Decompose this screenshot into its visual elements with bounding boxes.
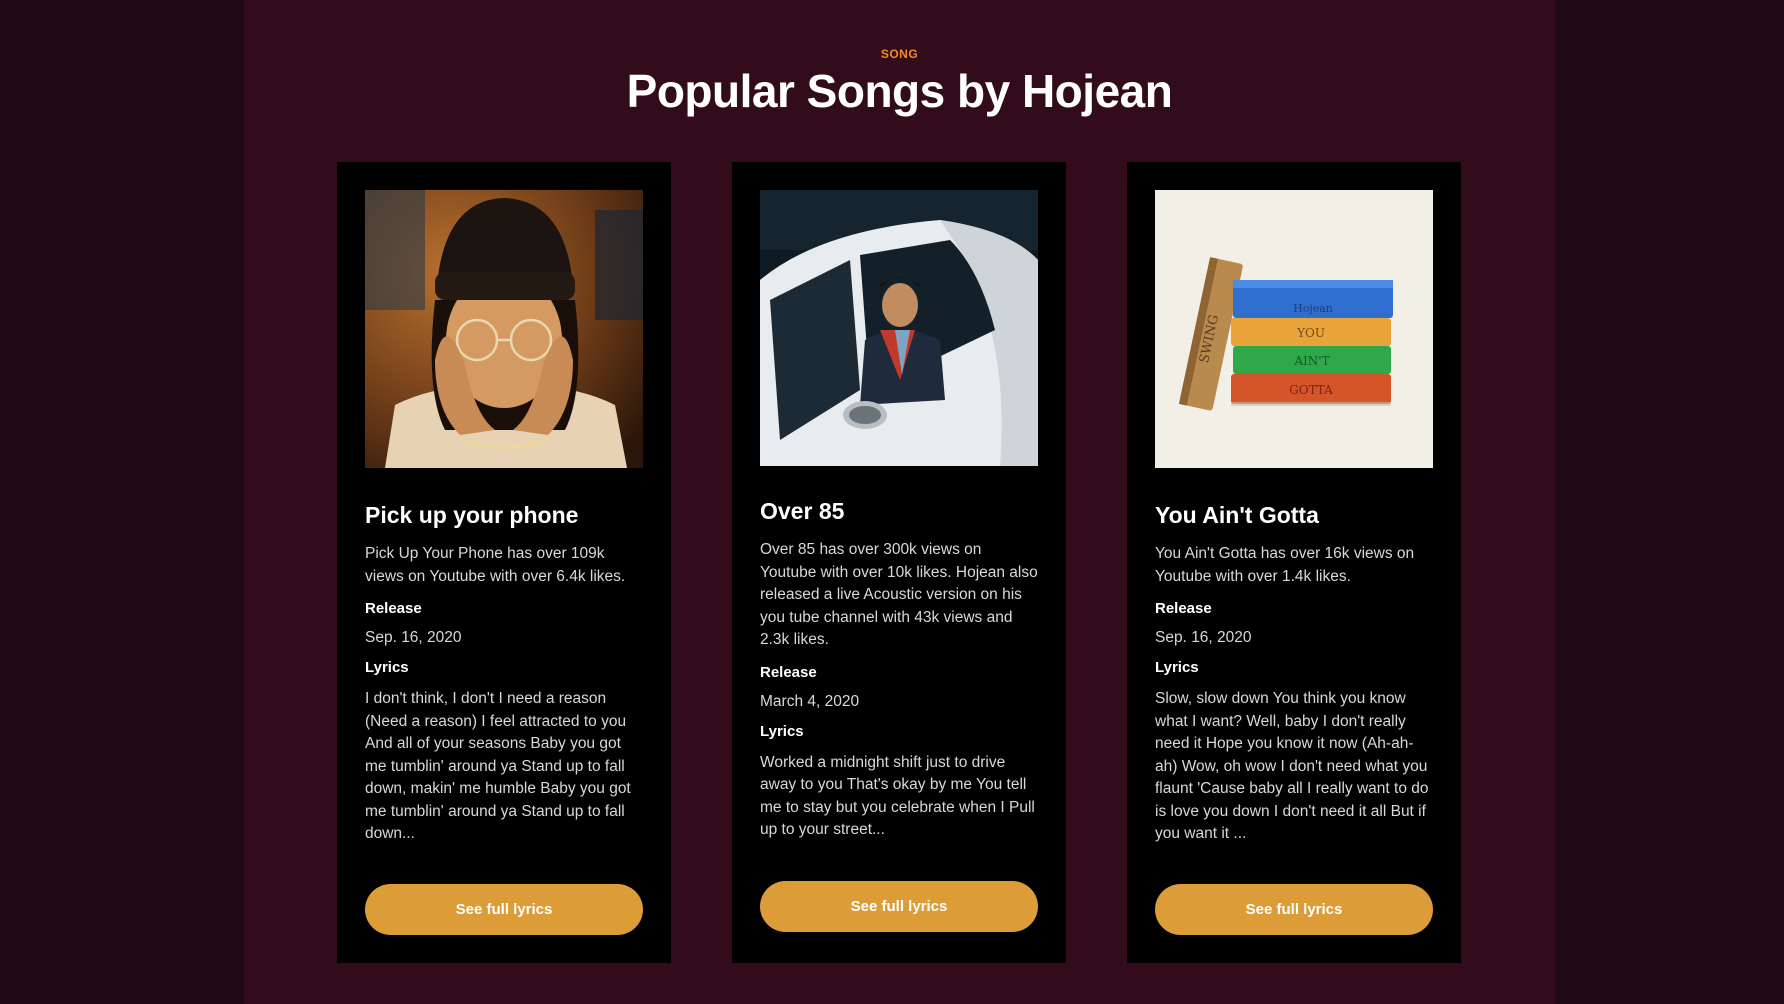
- lyrics-label: Lyrics: [760, 722, 804, 740]
- see-full-lyrics-button[interactable]: See full lyrics: [1155, 884, 1433, 935]
- song-description: Pick Up Your Phone has over 109k views o…: [365, 545, 626, 585]
- book-title-2: YOU: [1296, 326, 1325, 340]
- release-label: Release: [1155, 600, 1212, 617]
- song-description: Over 85 has over 300k views on Youtube w…: [760, 541, 1038, 648]
- book-title-3: AIN'T: [1293, 354, 1329, 368]
- see-full-lyrics-button[interactable]: See full lyrics: [365, 884, 643, 935]
- see-full-lyrics-button[interactable]: See full lyrics: [760, 881, 1038, 932]
- car-photo-icon: [760, 190, 1038, 466]
- song-description: You Ain't Gotta has over 16k views on Yo…: [1155, 545, 1415, 585]
- lyrics-label: Lyrics: [1155, 659, 1199, 676]
- song-title: You Ain't Gotta: [1155, 502, 1319, 528]
- lyrics-label: Lyrics: [365, 659, 409, 676]
- songs-section: SONG Popular Songs by Hojean Pick up you…: [244, 0, 1555, 1004]
- album-art-books: SWING Hojean YOU AIN'T GOTTA: [1155, 190, 1433, 468]
- release-date: March 4, 2020: [760, 692, 860, 710]
- release-label: Release: [365, 600, 422, 617]
- lyrics-excerpt: Slow, slow down You think you know what …: [1155, 690, 1429, 842]
- book-stack-art-icon: SWING Hojean YOU AIN'T GOTTA: [1155, 190, 1433, 468]
- section-title: Popular Songs by Hojean: [626, 65, 1173, 117]
- portrait-photo-icon: [365, 190, 643, 468]
- song-card: SWING Hojean YOU AIN'T GOTTA You Ain't G…: [1127, 162, 1461, 963]
- song-title: Pick up your phone: [365, 502, 579, 528]
- release-date: Sep. 16, 2020: [1155, 629, 1252, 646]
- lyrics-excerpt: I don't think, I don't I need a reason (…: [365, 690, 631, 842]
- release-label: Release: [760, 663, 817, 681]
- book-title-1: Hojean: [1293, 302, 1333, 315]
- song-card: Pick up your phone Pick Up Your Phone ha…: [337, 162, 671, 963]
- album-art-car: [760, 190, 1038, 466]
- release-date: Sep. 16, 2020: [365, 629, 462, 646]
- book-title-4: GOTTA: [1289, 383, 1333, 397]
- song-card: Over 85 Over 85 has over 300k views on Y…: [732, 162, 1066, 963]
- album-art-portrait: [365, 190, 643, 468]
- song-title: Over 85: [760, 498, 845, 524]
- lyrics-excerpt: Worked a midnight shift just to drive aw…: [760, 753, 1035, 839]
- section-eyebrow: SONG: [880, 47, 919, 61]
